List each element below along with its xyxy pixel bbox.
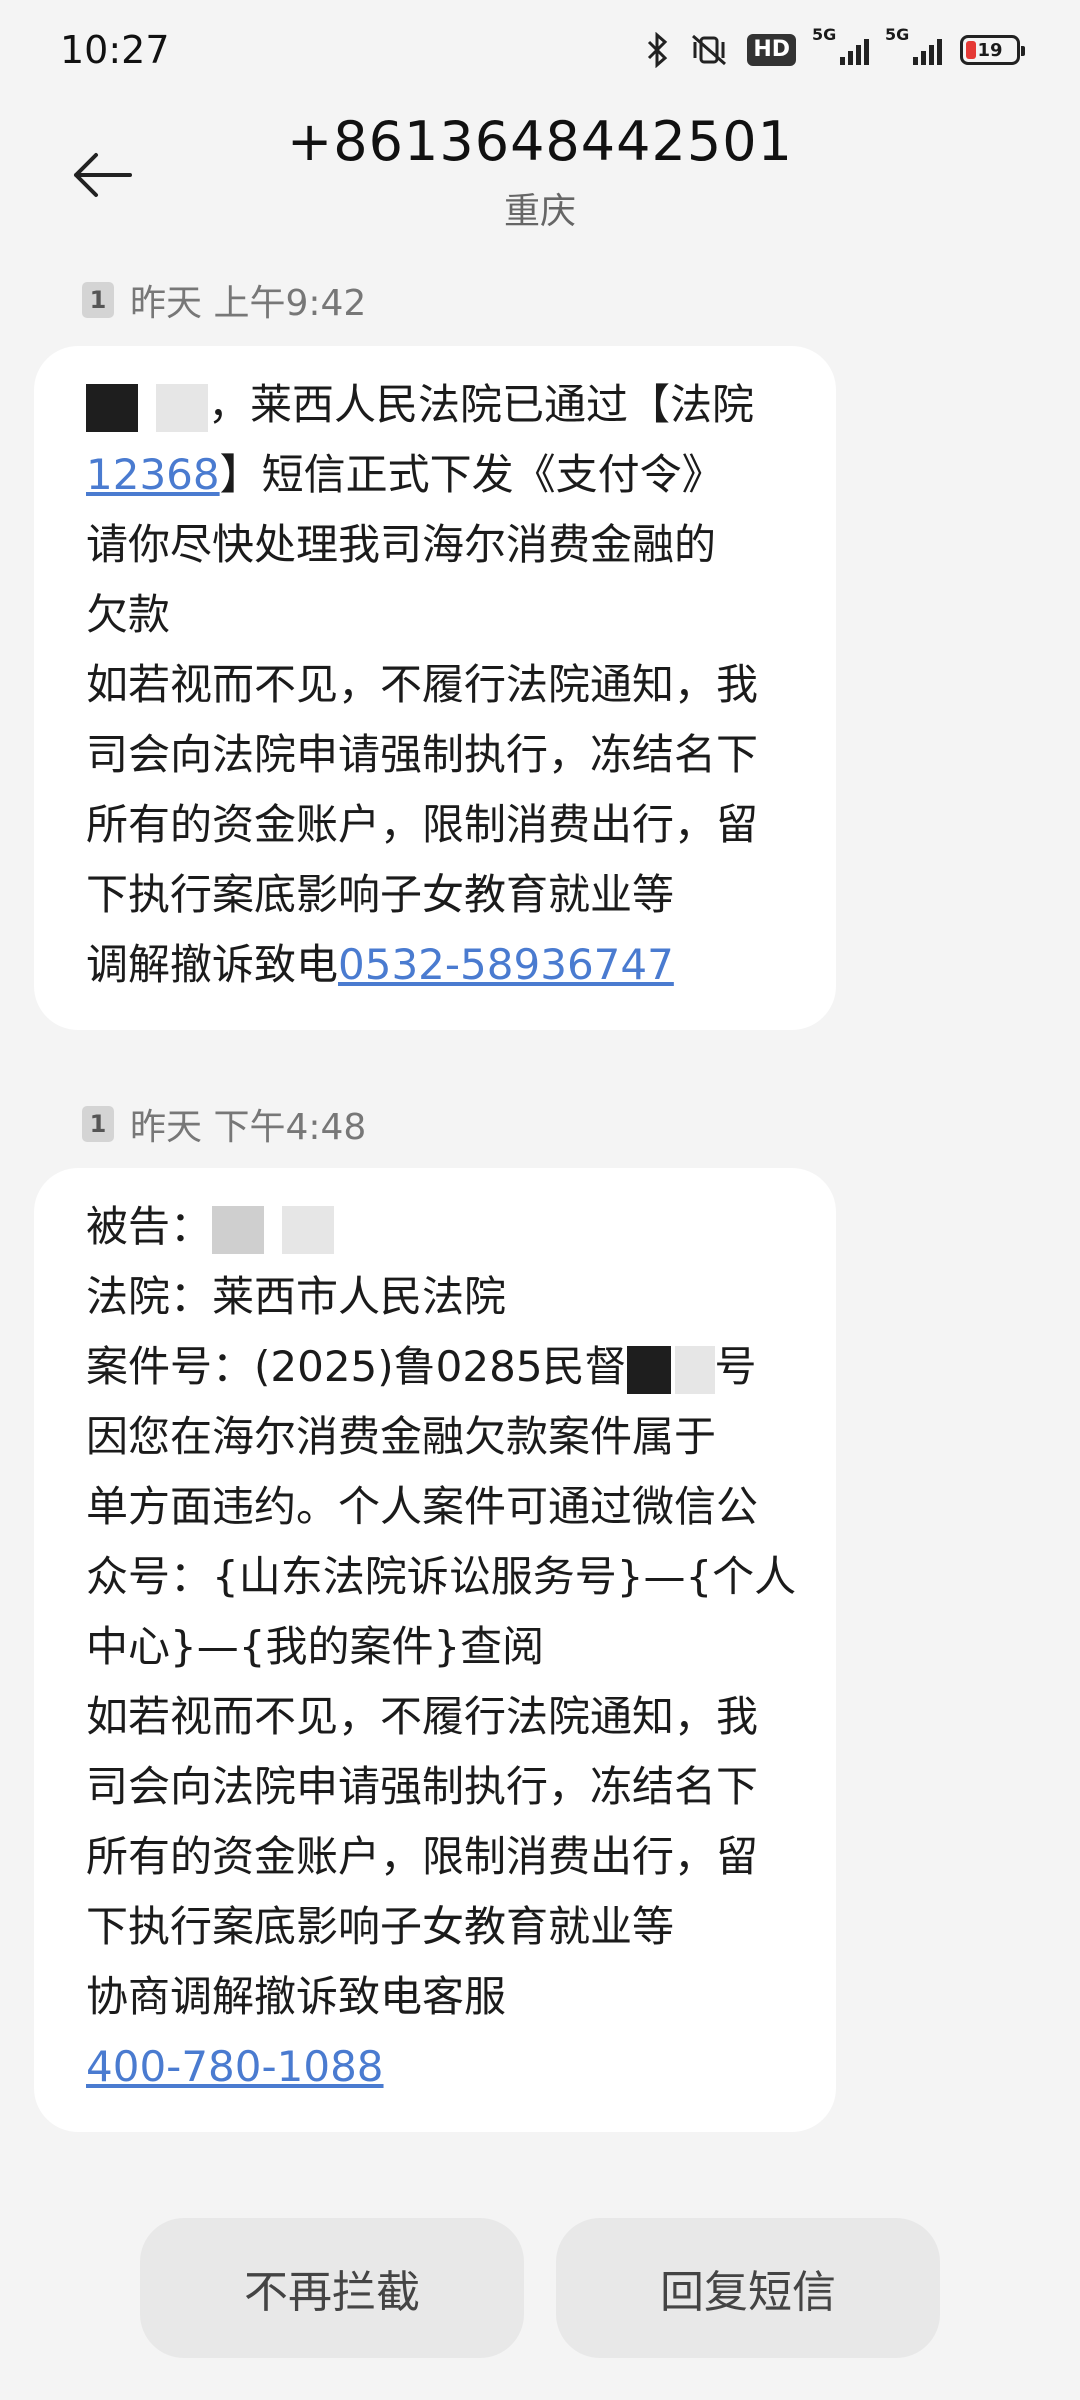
redacted-case-number-2 [674, 1345, 715, 1394]
message-1-line-7: 所有的资金账户，限制消费出行，留 [86, 800, 759, 849]
message-bubble-2[interactable]: 被告： 法院：莱西市人民法院 案件号：(2025)鲁0285民督 号 因您在海尔消… [34, 1168, 836, 2132]
message-bubble-1[interactable]: ，莱西人民法院已通过【法院 12368】短信正式下发《支付令》 请你尽快处理我司… [34, 346, 836, 1030]
redacted-case-number [626, 1345, 671, 1394]
status-icons: HD 5G 5G 19 [645, 25, 1025, 68]
message-1-timestamp: 昨天 上午9:42 [130, 283, 367, 324]
message-2-line-4: 因您在海尔消费金融欠款案件属于 [86, 1412, 717, 1461]
message-1-line-6: 司会向法院申请强制执行，冻结名下 [86, 730, 759, 779]
message-2-line-9: 司会向法院申请强制执行，冻结名下 [86, 1762, 759, 1811]
message-2-line-11: 下执行案底影响子女教育就业等 [86, 1902, 675, 1951]
message-2-line-12: 协商调解撤诉致电客服 [86, 1972, 507, 2021]
hd-voice-icon: HD [747, 34, 796, 66]
status-bar: 10:27 HD 5G 5G 19 [0, 0, 1080, 100]
message-2-line-5: 单方面违约。个人案件可通过微信公 [86, 1482, 759, 1531]
message-2-line-3: 案件号：(2025)鲁0285民督 号 [86, 1332, 786, 1402]
phone-link-2[interactable]: 400-780-1088 [86, 2042, 384, 2091]
message-1-text-2: 】短信正式下发《支付令》 [219, 450, 724, 499]
signal-1-label: 5G [812, 25, 837, 44]
reply-sms-button[interactable]: 回复短信 [556, 2218, 940, 2358]
unblock-button[interactable]: 不再拦截 [140, 2218, 524, 2358]
message-1-meta: 1 昨天 上午9:42 [82, 274, 366, 326]
phone-link-1[interactable]: 0532-58936747 [338, 940, 674, 989]
redacted-defendant-1 [212, 1205, 265, 1254]
message-1-line-3: 请你尽快处理我司海尔消费金融的 [86, 520, 717, 569]
defendant-label: 被告： [86, 1202, 213, 1251]
message-2-line-6: 众号：{山东法院诉讼服务号}—{个人 [86, 1552, 797, 1601]
sim-1-badge: 1 [82, 282, 114, 318]
message-2-timestamp: 昨天 下午4:48 [130, 1107, 367, 1148]
message-1-line-1: ，莱西人民法院已通过【法院 [86, 370, 786, 440]
redacted-name [86, 383, 138, 432]
case-number-prefix: 案件号：(2025)鲁0285民督 [86, 1342, 627, 1391]
message-1-line-9: 调解撤诉致电0532-58936747 [86, 930, 786, 1000]
message-2-line-10: 所有的资金账户，限制消费出行，留 [86, 1832, 759, 1881]
message-1-text-9: 调解撤诉致电 [86, 940, 339, 989]
message-2-line-2: 法院：莱西市人民法院 [86, 1272, 507, 1321]
conversation-header: +8613648442501 重庆 [0, 100, 1080, 250]
bluetooth-icon [645, 32, 671, 68]
redacted-defendant-2 [282, 1205, 335, 1254]
signal-1-icon: 5G [812, 25, 869, 65]
battery-icon: 19 [960, 35, 1025, 65]
message-2-line-13: 400-780-1088 [86, 2032, 786, 2102]
court-number-link[interactable]: 12368 [86, 450, 220, 499]
status-time: 10:27 [60, 28, 170, 72]
message-1-line-5: 如若视而不见，不履行法院通知，我 [86, 660, 759, 709]
bottom-action-bar: 不再拦截 回复短信 [0, 2218, 1080, 2358]
contact-number: +8613648442501 [287, 110, 793, 173]
signal-2-icon: 5G [885, 25, 942, 65]
redacted-name-2 [156, 383, 208, 432]
contact-location: 重庆 [503, 191, 576, 232]
battery-level: 19 [977, 39, 1003, 61]
sim-2-badge: 1 [82, 1106, 114, 1142]
signal-2-label: 5G [885, 25, 910, 44]
battery-fill [966, 41, 976, 59]
message-2-meta: 1 昨天 下午4:48 [82, 1098, 366, 1150]
mute-vibrate-icon [689, 32, 729, 68]
message-1-line-8: 下执行案底影响子女教育就业等 [86, 870, 675, 919]
message-1-line-2: 12368】短信正式下发《支付令》 [86, 440, 786, 510]
message-1-line-4: 欠款 [86, 590, 171, 639]
message-2-line-1: 被告： [86, 1192, 786, 1262]
message-1-text-1: ，莱西人民法院已通过【法院 [208, 380, 755, 429]
case-number-suffix: 号 [714, 1342, 757, 1391]
message-2-line-8: 如若视而不见，不履行法院通知，我 [86, 1692, 759, 1741]
message-2-line-7: 中心}—{我的案件}查阅 [86, 1622, 545, 1671]
